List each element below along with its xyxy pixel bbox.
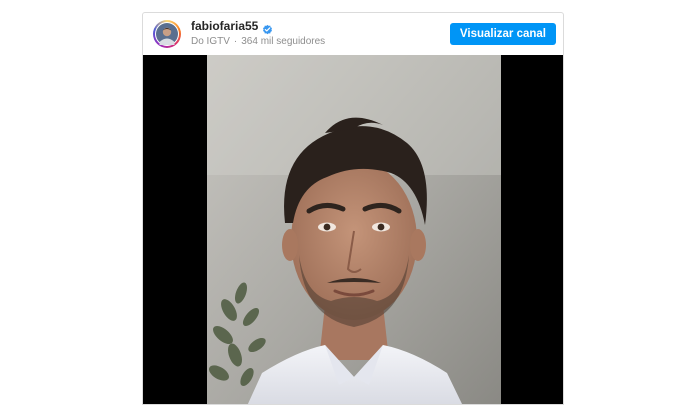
- source-label: Do IGTV: [191, 36, 230, 48]
- video-player[interactable]: [143, 55, 563, 404]
- profile-subtitle: Do IGTV · 364 mil seguidores: [191, 36, 325, 48]
- username-link[interactable]: fabiofaria55: [191, 20, 258, 34]
- video-thumbnail-image: [207, 55, 501, 404]
- page: fabiofaria55 Do IGTV · 364 mil seguidore…: [0, 0, 679, 405]
- instagram-embed-card: fabiofaria55 Do IGTV · 364 mil seguidore…: [142, 12, 564, 405]
- view-channel-button[interactable]: Visualizar canal: [449, 23, 556, 45]
- avatar[interactable]: [153, 20, 181, 48]
- profile-meta: fabiofaria55 Do IGTV · 364 mil seguidore…: [191, 20, 325, 48]
- post-header: fabiofaria55 Do IGTV · 364 mil seguidore…: [143, 13, 563, 55]
- verified-badge-icon: [262, 22, 273, 35]
- video-frame: [207, 55, 501, 404]
- followers-count: 364 mil seguidores: [241, 36, 326, 48]
- separator-dot: ·: [233, 36, 238, 48]
- avatar-image: [155, 22, 179, 46]
- username-row: fabiofaria55: [191, 20, 325, 35]
